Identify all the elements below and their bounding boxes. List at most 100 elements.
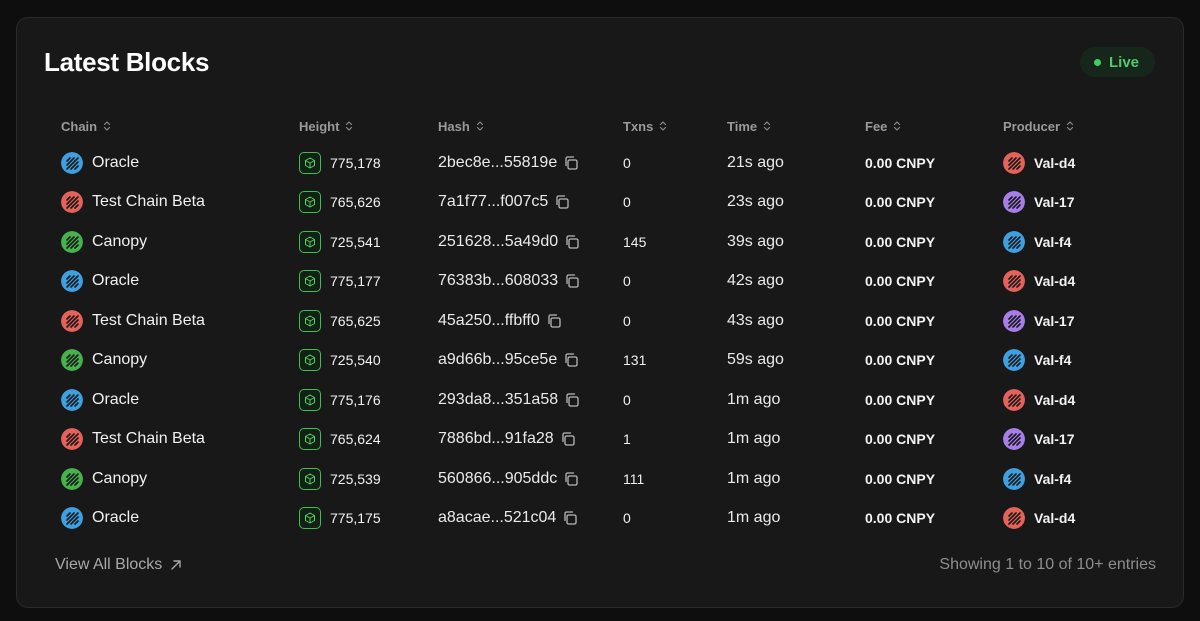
block-cube-icon	[299, 230, 321, 253]
producer-cell[interactable]: Val-f4	[1003, 341, 1071, 381]
chain-cell[interactable]: Oracle	[61, 143, 139, 183]
table-row[interactable]: Oracle 775,176 293da8...351a58 0 1m ago 0.00 …	[17, 380, 1183, 420]
producer-cell[interactable]: Val-f4	[1003, 222, 1071, 262]
producer-cell[interactable]: Val-d4	[1003, 380, 1075, 420]
txn-count: 0	[623, 391, 631, 408]
chain-cell[interactable]: Canopy	[61, 222, 147, 262]
column-header-txns[interactable]: Txns	[623, 118, 667, 134]
producer-cell[interactable]: Val-17	[1003, 183, 1074, 223]
block-cube-icon	[299, 428, 321, 451]
height-cell[interactable]: 765,626	[299, 183, 381, 223]
chain-name: Canopy	[92, 469, 148, 487]
block-time: 42s ago	[727, 272, 784, 290]
chain-cell[interactable]: Canopy	[61, 459, 147, 499]
copy-icon[interactable]	[563, 155, 579, 171]
producer-cell[interactable]: Val-d4	[1003, 499, 1075, 539]
table-row[interactable]: Canopy 725,540 a9d66b...95ce5e 131 59s ago 0.…	[17, 341, 1183, 381]
producer-avatar-icon	[1003, 191, 1025, 214]
table-row[interactable]: Canopy 725,541 251628...5a49d0 145 39s ago 0.…	[17, 222, 1183, 262]
producer-name: Val-f4	[1034, 352, 1072, 369]
chain-cell[interactable]: Canopy	[61, 341, 147, 381]
block-cube-icon	[299, 507, 321, 530]
height-cell[interactable]: 775,175	[299, 499, 381, 539]
table-row[interactable]: Oracle 775,177 76383b...608033 0 42s ago 0.00…	[17, 262, 1183, 302]
chain-cell[interactable]: Oracle	[61, 499, 139, 539]
copy-icon[interactable]	[564, 273, 580, 289]
chain-cell[interactable]: Test Chain Beta	[61, 183, 205, 223]
producer-name: Val-f4	[1034, 233, 1072, 250]
height-cell[interactable]: 725,541	[299, 222, 381, 262]
column-header-time[interactable]: Time	[727, 118, 771, 134]
live-dot-icon	[1093, 58, 1101, 66]
block-fee: 0.00 CNPY	[865, 312, 936, 329]
height-cell[interactable]: 775,178	[299, 143, 381, 183]
block-height: 765,625	[330, 312, 381, 329]
column-header-fee[interactable]: Fee	[865, 118, 901, 134]
producer-cell[interactable]: Val-d4	[1003, 262, 1075, 302]
block-height: 725,539	[330, 470, 381, 487]
height-cell[interactable]: 775,176	[299, 380, 381, 420]
column-header-producer[interactable]: Producer	[1003, 118, 1074, 134]
column-header-hash[interactable]: Hash	[438, 118, 484, 134]
column-header-label: Chain	[61, 118, 98, 134]
copy-icon[interactable]	[564, 392, 580, 408]
block-fee: 0.00 CNPY	[865, 510, 936, 527]
sort-icon	[660, 121, 667, 131]
copy-icon[interactable]	[563, 352, 579, 368]
chain-cell[interactable]: Oracle	[61, 380, 139, 420]
producer-avatar-icon	[1003, 349, 1025, 372]
chain-logo-icon	[61, 507, 83, 530]
producer-cell[interactable]: Val-f4	[1003, 459, 1071, 499]
chain-cell[interactable]: Oracle	[61, 262, 139, 302]
block-time: 39s ago	[727, 232, 784, 250]
producer-cell[interactable]: Val-17	[1003, 301, 1074, 341]
height-cell[interactable]: 725,539	[299, 459, 381, 499]
column-header-height[interactable]: Height	[299, 118, 353, 134]
block-time: 1m ago	[727, 469, 781, 487]
table-row[interactable]: Test Chain Beta 765,626 7a1f77...f007c5 0 23…	[17, 183, 1183, 223]
block-fee: 0.00 CNPY	[865, 233, 936, 250]
hash-cell: 293da8...351a58	[438, 380, 580, 420]
hash-cell: 2bec8e...55819e	[438, 143, 579, 183]
height-cell[interactable]: 775,177	[299, 262, 381, 302]
table-row[interactable]: Oracle 775,175 a8acae...521c04 0 1m ago 0.00 …	[17, 499, 1183, 539]
height-cell[interactable]: 725,540	[299, 341, 381, 381]
chain-logo-icon	[61, 270, 83, 293]
copy-icon[interactable]	[564, 234, 580, 250]
table-row[interactable]: Oracle 775,178 2bec8e...55819e 0 21s ago 0.00…	[17, 143, 1183, 183]
chain-name: Canopy	[92, 232, 148, 250]
chain-cell[interactable]: Test Chain Beta	[61, 301, 205, 341]
height-cell[interactable]: 765,624	[299, 420, 381, 460]
copy-icon[interactable]	[554, 194, 570, 210]
copy-icon[interactable]	[560, 431, 576, 447]
txn-count: 0	[623, 154, 631, 171]
producer-avatar-icon	[1003, 309, 1025, 332]
chain-cell[interactable]: Test Chain Beta	[61, 420, 205, 460]
txn-count: 0	[623, 194, 631, 211]
block-fee: 0.00 CNPY	[865, 391, 936, 408]
table-row[interactable]: Test Chain Beta 765,625 45a250...ffbff0 0 43…	[17, 301, 1183, 341]
live-status-badge: Live	[1079, 47, 1155, 77]
txn-count: 111	[623, 470, 645, 487]
chain-logo-icon	[61, 388, 83, 411]
txns-cell: 0	[623, 183, 631, 223]
hash-cell: 251628...5a49d0	[438, 222, 580, 262]
arrow-up-right-icon	[171, 560, 182, 570]
block-cube-icon	[299, 151, 321, 174]
fee-cell: 0.00 CNPY	[865, 183, 935, 223]
column-header-chain[interactable]: Chain	[61, 118, 111, 134]
table-row[interactable]: Test Chain Beta 765,624 7886bd...91fa28 1 1m…	[17, 420, 1183, 460]
copy-icon[interactable]	[546, 313, 562, 329]
table-row[interactable]: Canopy 725,539 560866...905ddc 111 1m ago 0.0…	[17, 459, 1183, 499]
column-header-label: Hash	[438, 118, 470, 134]
copy-icon[interactable]	[562, 510, 578, 526]
height-cell[interactable]: 765,625	[299, 301, 381, 341]
producer-cell[interactable]: Val-d4	[1003, 143, 1075, 183]
txn-count: 0	[623, 510, 631, 527]
page-title: Latest Blocks	[44, 47, 210, 77]
block-hash: 251628...5a49d0	[438, 232, 559, 250]
view-all-blocks-link[interactable]: View All Blocks	[55, 556, 182, 574]
copy-icon[interactable]	[563, 471, 579, 487]
block-cube-icon	[299, 309, 321, 332]
producer-cell[interactable]: Val-17	[1003, 420, 1074, 460]
